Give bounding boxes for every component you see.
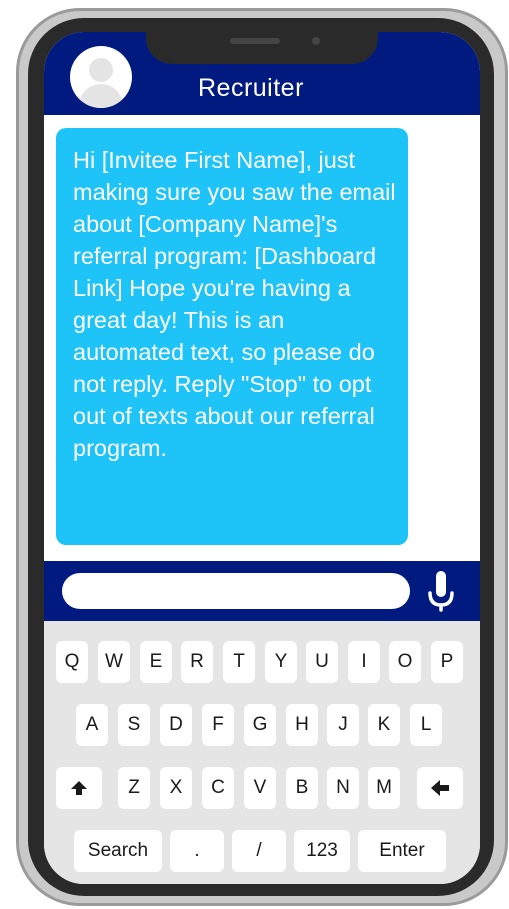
enter-key[interactable]: Enter (358, 830, 446, 872)
input-bar (44, 561, 480, 621)
key-l[interactable]: L (410, 704, 442, 746)
message-list: Hi [Invitee First Name], just making sur… (44, 115, 480, 561)
keyboard: Q W E R T Y U I O P A S D F G H J K L Z … (44, 621, 480, 884)
key-v[interactable]: V (244, 767, 276, 809)
key-b[interactable]: B (286, 767, 318, 809)
key-e[interactable]: E (140, 641, 172, 683)
numbers-key[interactable]: 123 (294, 830, 350, 872)
backspace-key[interactable] (417, 767, 463, 809)
avatar[interactable] (70, 46, 132, 108)
key-h[interactable]: H (286, 704, 318, 746)
key-p[interactable]: P (431, 641, 463, 683)
microphone-icon[interactable] (426, 569, 456, 613)
shift-key[interactable] (56, 767, 102, 809)
key-d[interactable]: D (160, 704, 192, 746)
slash-key[interactable]: / (232, 830, 286, 872)
key-s[interactable]: S (118, 704, 150, 746)
key-w[interactable]: W (98, 641, 130, 683)
key-j[interactable]: J (327, 704, 359, 746)
avatar-head-icon (89, 58, 113, 82)
key-t[interactable]: T (223, 641, 255, 683)
period-key[interactable]: . (170, 830, 224, 872)
camera-icon (312, 37, 320, 45)
key-c[interactable]: C (202, 767, 234, 809)
key-i[interactable]: I (348, 641, 380, 683)
key-o[interactable]: O (389, 641, 421, 683)
key-z[interactable]: Z (118, 767, 150, 809)
arrow-left-icon (431, 780, 449, 796)
avatar-shoulders-icon (79, 84, 123, 108)
key-k[interactable]: K (368, 704, 400, 746)
key-q[interactable]: Q (56, 641, 88, 683)
phone-screen: Recruiter Hi [Invitee First Name], just … (44, 32, 480, 884)
key-a[interactable]: A (76, 704, 108, 746)
arrow-up-icon (71, 781, 87, 795)
search-key[interactable]: Search (74, 830, 162, 872)
key-x[interactable]: X (160, 767, 192, 809)
key-n[interactable]: N (327, 767, 359, 809)
speaker-icon (230, 38, 280, 44)
key-u[interactable]: U (306, 641, 338, 683)
key-f[interactable]: F (202, 704, 234, 746)
key-r[interactable]: R (181, 641, 213, 683)
key-g[interactable]: G (244, 704, 276, 746)
message-input[interactable] (62, 573, 410, 609)
key-y[interactable]: Y (265, 641, 297, 683)
contact-name: Recruiter (198, 74, 304, 102)
message-bubble: Hi [Invitee First Name], just making sur… (56, 128, 408, 545)
key-m[interactable]: M (368, 767, 400, 809)
phone-notch (146, 20, 378, 64)
